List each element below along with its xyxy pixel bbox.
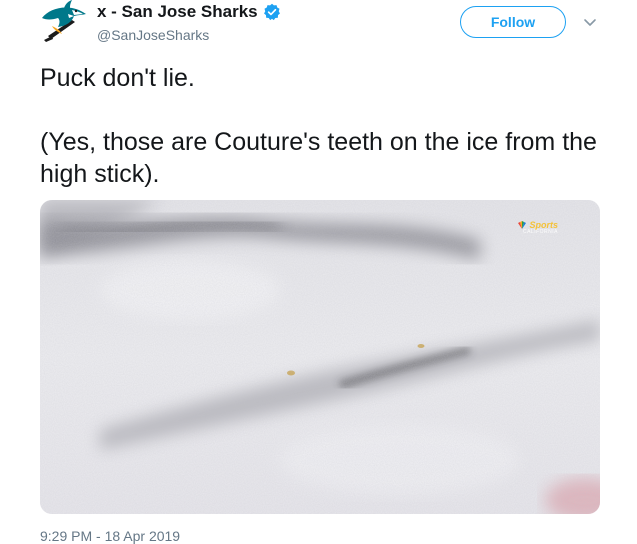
peacock-icon <box>518 221 527 229</box>
tweet-text: Puck don't lie. (Yes, those are Couture'… <box>40 62 610 190</box>
watermark-subtitle: CALIFORNIA <box>522 229 558 235</box>
follow-button[interactable]: Follow <box>460 6 566 38</box>
nbc-sports-watermark: Sports CALIFORNIA <box>517 220 558 235</box>
tweet-text-line: Puck don't lie. <box>40 64 195 92</box>
tweet-timestamp[interactable]: 9:29 PM - 18 Apr 2019 <box>40 528 180 544</box>
author-handle[interactable]: @SanJoseSharks <box>97 27 209 43</box>
tweet-card: x - San Jose Sharks @SanJoseSharks Follo… <box>0 0 637 544</box>
sharks-logo-icon[interactable] <box>38 0 88 42</box>
author-name-row[interactable]: x - San Jose Sharks <box>97 2 281 22</box>
tweet-text-line: (Yes, those are Couture's teeth on the i… <box>40 128 597 188</box>
chevron-down-icon[interactable] <box>582 14 598 30</box>
author-display-name[interactable]: x - San Jose Sharks <box>97 2 258 22</box>
tweet-media[interactable]: Sports CALIFORNIA <box>40 200 600 514</box>
verified-badge-icon <box>263 3 281 21</box>
